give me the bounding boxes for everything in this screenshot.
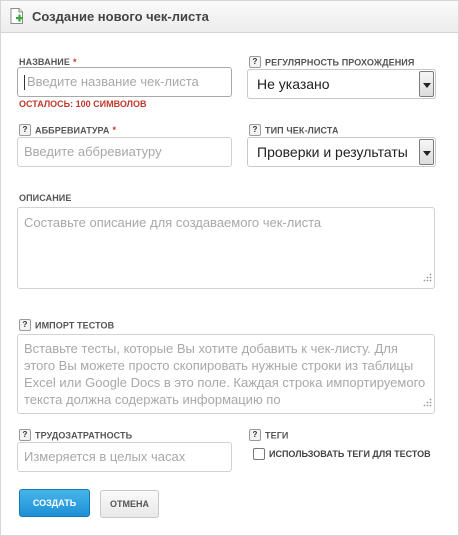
- name-input[interactable]: Введите название чек-листа: [17, 67, 232, 97]
- help-icon[interactable]: ?: [249, 56, 261, 68]
- regularity-label-text: Регулярность прохождения: [265, 57, 415, 68]
- text-caret: [24, 75, 25, 90]
- name-label-text: Название: [19, 57, 70, 67]
- checklist-type-selected: Проверки и результаты: [257, 144, 408, 160]
- description-textarea[interactable]: Составьте описание для создаваемого чек-…: [17, 207, 435, 289]
- effort-label: ? Трудозатратность: [19, 429, 133, 442]
- abbreviation-input[interactable]: Введите аббревиатуру: [17, 137, 232, 167]
- name-label: Название *: [19, 57, 77, 67]
- dialog-header: Создание нового чек-листа: [1, 1, 458, 33]
- cancel-button[interactable]: Отмена: [100, 490, 159, 518]
- description-label: Описание: [19, 193, 72, 203]
- help-icon[interactable]: ?: [19, 124, 31, 136]
- use-tags-checkbox[interactable]: [253, 448, 265, 460]
- regularity-select[interactable]: Не указано: [247, 69, 436, 99]
- required-mark: *: [112, 125, 117, 136]
- abbreviation-label: ? Аббревиатура *: [19, 124, 117, 137]
- description-placeholder: Составьте описание для создаваемого чек-…: [24, 215, 322, 230]
- document-add-icon: [10, 8, 24, 29]
- name-char-counter: Осталось: 100 символов: [19, 99, 147, 109]
- import-tests-textarea[interactable]: Вставьте тесты, которые Вы хотите добави…: [17, 334, 435, 414]
- use-tags-label[interactable]: Использовать теги для тестов: [269, 449, 431, 459]
- help-icon[interactable]: ?: [19, 319, 31, 331]
- tags-label: ? Теги: [249, 429, 289, 442]
- checklist-type-label-text: Тип чек-листа: [265, 125, 339, 136]
- import-tests-placeholder: Вставьте тесты, которые Вы хотите добави…: [24, 341, 426, 407]
- effort-input[interactable]: Измеряется в целых часах: [17, 442, 232, 472]
- name-input-placeholder: Введите название чек-листа: [27, 74, 199, 89]
- checklist-type-label: ? Тип чек-листа: [249, 124, 339, 137]
- help-icon[interactable]: ?: [249, 429, 261, 441]
- dialog-title: Создание нового чек-листа: [32, 9, 209, 24]
- help-icon[interactable]: ?: [19, 429, 31, 441]
- import-tests-label-text: Импорт тестов: [35, 320, 115, 331]
- create-checklist-dialog: Создание нового чек-листа Название * Введ…: [0, 0, 459, 536]
- resize-grip-icon[interactable]: [423, 394, 432, 411]
- abbreviation-input-placeholder: Введите аббревиатуру: [24, 144, 162, 159]
- regularity-label: ? Регулярность прохождения: [249, 56, 415, 69]
- chevron-down-icon[interactable]: [419, 71, 434, 97]
- help-icon[interactable]: ?: [249, 124, 261, 136]
- tags-label-text: Теги: [265, 430, 289, 441]
- effort-input-placeholder: Измеряется в целых часах: [24, 449, 186, 464]
- import-tests-label: ? Импорт тестов: [19, 319, 115, 332]
- required-mark: *: [72, 57, 77, 67]
- checklist-type-select[interactable]: Проверки и результаты: [247, 137, 436, 167]
- create-button[interactable]: Создать: [19, 489, 90, 517]
- regularity-selected: Не указано: [257, 76, 330, 92]
- chevron-down-icon[interactable]: [419, 139, 434, 165]
- resize-grip-icon[interactable]: [423, 269, 432, 286]
- effort-label-text: Трудозатратность: [35, 430, 133, 441]
- abbreviation-label-text: Аббревиатура: [35, 125, 110, 136]
